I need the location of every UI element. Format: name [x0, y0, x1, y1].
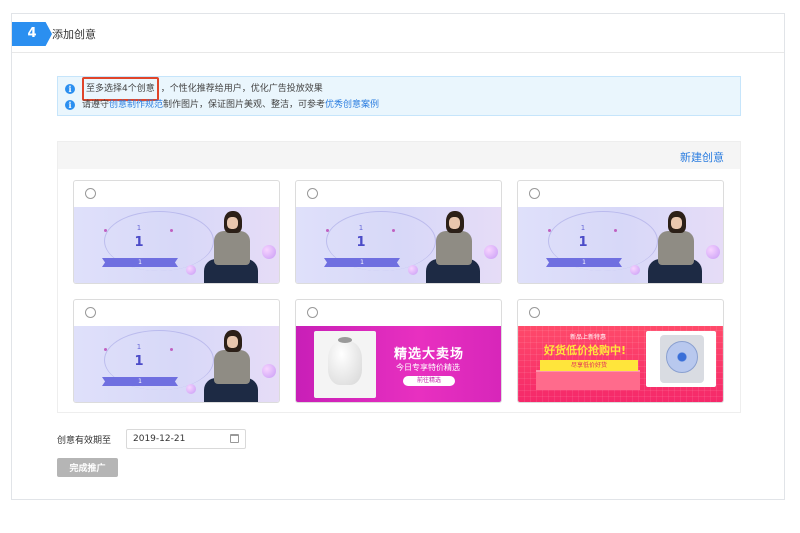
expiry-date-label: 创意有效期至	[57, 436, 112, 446]
info-icon: i	[65, 83, 75, 94]
info-icon: i	[65, 99, 75, 110]
banner-headline: 精选大卖场	[394, 347, 465, 362]
creative-radio[interactable]	[307, 188, 318, 199]
model-photo	[424, 211, 484, 283]
banner-small-text: 1	[358, 224, 364, 232]
notice-box: i 至多选择4个创意 ，个性化推荐给用户，优化广告投放效果 i 请遵守创意制作规范制作…	[57, 76, 741, 116]
creative-card[interactable]: 1 1 1	[295, 180, 502, 284]
creative-spec-link[interactable]: 创意制作规范	[109, 100, 163, 110]
add-creative-card: 4 添加创意 i 至多选择4个创意 ，个性化推荐给用户，优化广告投放效果 i 请遵守创…	[11, 13, 785, 500]
banner-big-text: 1	[134, 354, 144, 369]
notice-line-1-text: ，个性化推荐给用户，优化广告投放效果	[160, 84, 323, 94]
model-photo	[202, 330, 262, 402]
notice-line-2: i 请遵守创意制作规范制作图片，保证图片美观、整洁，可参考优秀创意案例	[65, 98, 379, 112]
banner-small-text: 1	[580, 224, 586, 232]
banner-ribbon: 1	[102, 258, 178, 267]
creative-radio[interactable]	[529, 307, 540, 318]
notice-line-2-prefix: 请遵守	[82, 100, 110, 110]
excellent-cases-link[interactable]: 优秀创意案例	[325, 100, 379, 110]
notice-line-2-middle: 制作图片，保证图片美观、整洁，可参考	[163, 100, 326, 110]
creative-banner-purple: 1 1 1	[74, 207, 279, 283]
creative-card[interactable]: 新品上新特惠 好货低价抢购中! 尽享低价好货	[517, 299, 724, 403]
step-number-badge: 4	[12, 22, 52, 46]
creative-banner-pink: 精选大卖场 今日专享特价精选 前往精选	[296, 326, 501, 402]
creative-banner-purple: 1 1 1	[74, 326, 279, 402]
banner-big-text: 1	[134, 235, 144, 250]
creative-radio[interactable]	[307, 307, 318, 318]
banner-big-text: 1	[578, 235, 588, 250]
diffuser-photo	[314, 331, 376, 398]
finish-promotion-button[interactable]: 完成推广	[57, 458, 118, 477]
expiry-date-input[interactable]: 2019-12-21	[126, 429, 246, 449]
calendar-icon[interactable]	[230, 434, 239, 443]
creative-banner-red: 新品上新特惠 好货低价抢购中! 尽享低价好货	[518, 326, 723, 402]
banner-button: 前往精选	[403, 376, 455, 386]
creative-radio[interactable]	[529, 188, 540, 199]
banner-ribbon: 1	[102, 377, 178, 386]
notice-line-1: i 至多选择4个创意 ，个性化推荐给用户，优化广告投放效果	[65, 77, 323, 101]
banner-strip: 尽享低价好货	[540, 360, 638, 371]
creative-gallery: 新建创意 1 1 1 1 1 1 1 1 1 1 1 1 精选大卖场 今日专享特…	[57, 141, 741, 413]
model-photo	[646, 211, 706, 283]
step-title: 添加创意	[52, 28, 96, 41]
creative-card[interactable]: 精选大卖场 今日专享特价精选 前往精选	[295, 299, 502, 403]
model-photo	[202, 211, 262, 283]
creative-banner-purple: 1 1 1	[296, 207, 501, 283]
creative-card[interactable]: 1 1 1	[73, 299, 280, 403]
gallery-header: 新建创意	[58, 142, 740, 169]
creative-card[interactable]: 1 1 1	[517, 180, 724, 284]
creative-card[interactable]: 1 1 1	[73, 180, 280, 284]
banner-ribbon: 1	[324, 258, 400, 267]
expiry-date-value: 2019-12-21	[133, 434, 186, 444]
creative-radio[interactable]	[85, 307, 96, 318]
step-header: 4 添加创意	[12, 14, 784, 53]
banner-ribbon: 1	[546, 258, 622, 267]
new-creative-button[interactable]: 新建创意	[680, 149, 724, 165]
banner-small-text: 1	[136, 224, 142, 232]
creative-banner-purple: 1 1 1	[518, 207, 723, 283]
creative-radio[interactable]	[85, 188, 96, 199]
banner-small-text: 1	[136, 343, 142, 351]
banner-big-text: 1	[356, 235, 366, 250]
banner-subline: 今日专享特价精选	[396, 363, 460, 372]
banner-tag: 新品上新特惠	[569, 334, 606, 341]
fan-photo	[646, 331, 716, 387]
banner-headline: 好货低价抢购中!	[544, 344, 627, 357]
